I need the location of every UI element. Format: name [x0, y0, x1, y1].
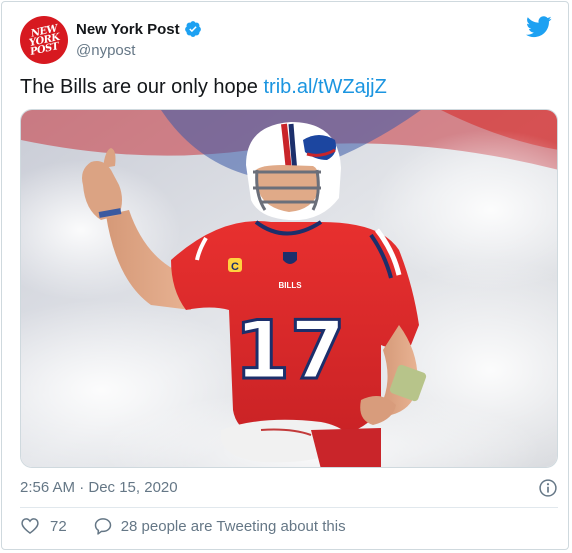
tweet-timestamp[interactable]: 2:56 AM · Dec 15, 2020 [20, 479, 178, 496]
author-handle[interactable]: @nypost [76, 42, 135, 59]
tweet-photo[interactable]: C BILLS 17 [20, 109, 558, 468]
twitter-bird-icon[interactable] [526, 16, 552, 38]
tweet-text: The Bills are our only hope trib.al/tWZa… [20, 76, 387, 99]
speech-bubble-icon [94, 518, 111, 535]
captain-patch-label: C [231, 261, 239, 273]
timestamp-row: 2:56 AM · Dec 15, 2020 [20, 477, 558, 499]
like-button[interactable]: 72 [20, 516, 67, 536]
author-name-row[interactable]: New York Post [76, 20, 202, 38]
tweet-body: The Bills are our only hope [20, 76, 258, 98]
heart-icon [21, 518, 39, 535]
jersey-number: 17 [234, 304, 345, 397]
quarterback-photo: C BILLS 17 [21, 110, 557, 467]
conversation-link[interactable]: 28 people are Tweeting about this [93, 516, 346, 536]
author-name[interactable]: New York Post [76, 21, 180, 38]
tweet-card: NEW YORK POST New York Post @nypost The … [1, 1, 569, 550]
conversation-text: 28 people are Tweeting about this [120, 517, 346, 535]
jersey-chest-text: BILLS [278, 281, 302, 290]
tweet-link[interactable]: trib.al/tWZajjZ [263, 76, 386, 98]
avatar[interactable]: NEW YORK POST [20, 16, 68, 64]
like-count: 72 [50, 517, 67, 535]
info-icon[interactable] [538, 478, 558, 498]
divider [20, 507, 558, 508]
tweet-actions: 72 28 people are Tweeting about this [20, 516, 346, 536]
verified-badge-icon [184, 21, 201, 37]
